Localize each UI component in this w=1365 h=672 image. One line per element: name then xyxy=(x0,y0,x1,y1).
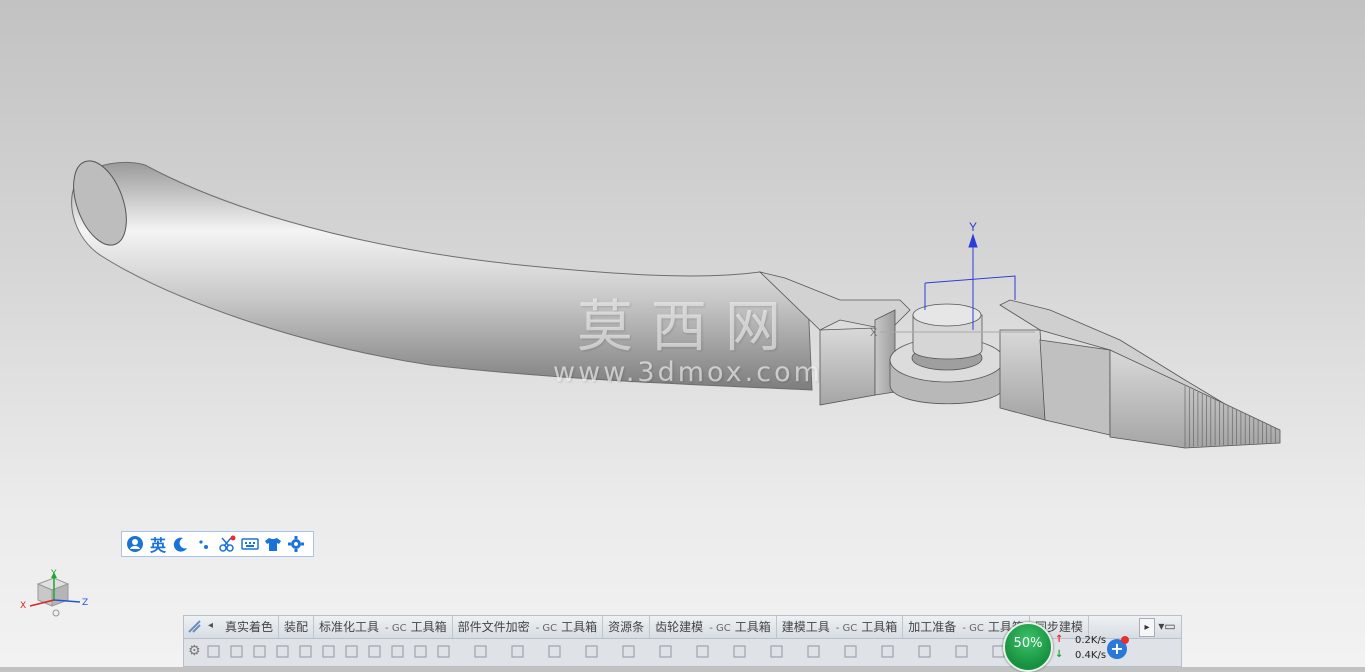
pivot-boss-top xyxy=(912,303,982,327)
revolve-icon[interactable] xyxy=(473,644,488,659)
view-icon[interactable] xyxy=(917,644,932,659)
toolbar-tabs: 真实着色 装配 标准化工具 - GC 工具箱 部件文件加密 - GC 工具箱 资源条 齿轮建模 - … xyxy=(220,616,1089,638)
layer-icon[interactable] xyxy=(880,644,895,659)
render-icon[interactable] xyxy=(954,644,969,659)
ime-language-toggle[interactable]: 英 xyxy=(149,535,167,555)
toolbar-tab-label: 装配 xyxy=(284,620,309,634)
notification-dot xyxy=(1121,636,1129,644)
punctuation-icon[interactable] xyxy=(195,535,213,553)
toolbar-tab-suffix-toolbox: 工具箱 xyxy=(861,620,898,634)
toolbar-tab-label: 加工准备 xyxy=(908,620,957,634)
upload-speed: 0.2K/s xyxy=(1075,635,1107,646)
tab-scroll-left-button[interactable]: ◂ xyxy=(208,620,213,631)
blend-icon[interactable] xyxy=(621,644,636,659)
toolbar-tab-suffix: - GC 工具箱 xyxy=(709,620,771,634)
toolbar-tab-suffix: - GC 工具箱 xyxy=(385,620,447,634)
user-icon[interactable] xyxy=(126,535,144,553)
toolbar-tab[interactable]: 资源条 xyxy=(603,616,651,638)
wcs-x-label: X xyxy=(870,327,878,339)
toolbar-tab[interactable]: 部件文件加密 - GC 工具箱 xyxy=(453,616,604,638)
shell-icon[interactable] xyxy=(695,644,710,659)
settings-gear-icon[interactable] xyxy=(287,535,305,553)
skin-shirt-icon[interactable] xyxy=(264,535,282,553)
polyline-icon[interactable] xyxy=(390,644,405,659)
tab-scroll-right-button[interactable]: ▸ xyxy=(1139,618,1155,637)
moon-icon[interactable] xyxy=(172,535,190,553)
trim-icon[interactable] xyxy=(732,644,747,659)
hole-icon[interactable] xyxy=(510,644,525,659)
scissors-icon[interactable] xyxy=(218,535,236,553)
circle-icon[interactable] xyxy=(321,644,336,659)
triad-y-label: Y xyxy=(50,569,57,579)
toolbar-tab-suffix-gc: - GC xyxy=(962,623,984,634)
download-speed: 0.4K/s xyxy=(1075,650,1107,661)
spline-icon[interactable] xyxy=(252,644,267,659)
triad-x-label: X xyxy=(20,601,26,611)
new-sketch-icon[interactable] xyxy=(206,644,221,659)
toolbar-tab-suffix-toolbox: 工具箱 xyxy=(561,620,598,634)
line-icon[interactable] xyxy=(275,644,290,659)
toolbar-options-icon[interactable]: ▾▭ xyxy=(1157,618,1177,635)
toolbar-tab-label: 部件文件加密 xyxy=(457,620,530,634)
toolbar-tab[interactable]: 标准化工具 - GC 工具箱 xyxy=(314,616,453,638)
toolbar-tab-suffix-toolbox: 工具箱 xyxy=(410,620,447,634)
jaw-mid xyxy=(1039,339,1111,436)
jaw-front xyxy=(999,329,1046,421)
offset-icon[interactable] xyxy=(769,644,784,659)
toolbar-tab[interactable]: 真实着色 xyxy=(220,616,280,638)
wcs-y-label: Y xyxy=(969,220,977,234)
settings-gear-icon[interactable]: ⚙ xyxy=(188,643,201,659)
point-icon[interactable] xyxy=(413,644,428,659)
arc-icon[interactable] xyxy=(298,644,313,659)
extrude-icon[interactable] xyxy=(436,644,451,659)
download-arrow-icon: ↓ xyxy=(1055,649,1064,660)
move-face-icon[interactable] xyxy=(806,644,821,659)
pattern-icon[interactable] xyxy=(547,644,562,659)
toolbar-tab-suffix-gc: - GC xyxy=(835,623,858,634)
box-icon[interactable] xyxy=(229,644,244,659)
graphics-viewport[interactable]: Y X 莫西网 www.3dmox.com xyxy=(0,0,1365,667)
upload-arrow-icon: ↑ xyxy=(1055,634,1064,645)
toolbar-tab-label: 资源条 xyxy=(608,620,645,634)
memory-percent: 50% xyxy=(1013,636,1043,651)
toolbar-tab[interactable]: 建模工具 - GC 工具箱 xyxy=(777,616,904,638)
toolbar-tab[interactable]: 装配 xyxy=(279,616,315,638)
toolbar-tab-label: 建模工具 xyxy=(781,620,830,634)
toolbar-tab-suffix-gc: - GC xyxy=(385,623,407,634)
toolbar-tab-suffix-gc: - GC xyxy=(535,623,558,634)
toolbar-grip-icon[interactable] xyxy=(186,618,204,636)
plier-model: Y X xyxy=(71,160,1281,449)
chamfer-icon[interactable] xyxy=(658,644,673,659)
toolbar-tab[interactable]: 齿轮建模 - GC 工具箱 xyxy=(650,616,777,638)
measure-icon[interactable] xyxy=(843,644,858,659)
mirror-icon[interactable] xyxy=(584,644,599,659)
rectangle-icon[interactable] xyxy=(367,644,382,659)
toolbar-tab-suffix-gc: - GC xyxy=(709,623,731,634)
toolbar-tab-label: 标准化工具 xyxy=(319,620,380,634)
toolbar-tab-suffix: - GC 工具箱 xyxy=(835,620,898,634)
keyboard-icon[interactable] xyxy=(241,535,259,553)
toolbar-tab-suffix: - GC 工具箱 xyxy=(535,620,598,634)
triad-graphic: Y Z X xyxy=(20,569,88,617)
view-triad[interactable]: Y Z X xyxy=(18,566,98,622)
triad-z-label: Z xyxy=(82,598,88,608)
handle xyxy=(71,161,813,391)
neck-front xyxy=(819,327,876,406)
toolbar-tab-suffix-toolbox: 工具箱 xyxy=(734,620,771,634)
toolbar-tab-label: 真实着色 xyxy=(225,620,274,634)
toolbar-tab-label: 齿轮建模 xyxy=(655,620,704,634)
network-speed-widget[interactable]: 50% ↑ 0.2K/s ↓ 0.4K/s + xyxy=(1003,622,1133,672)
jaw-tip xyxy=(1109,349,1281,449)
ime-toolbar: 英 xyxy=(121,531,314,557)
fillet-icon[interactable] xyxy=(344,644,359,659)
